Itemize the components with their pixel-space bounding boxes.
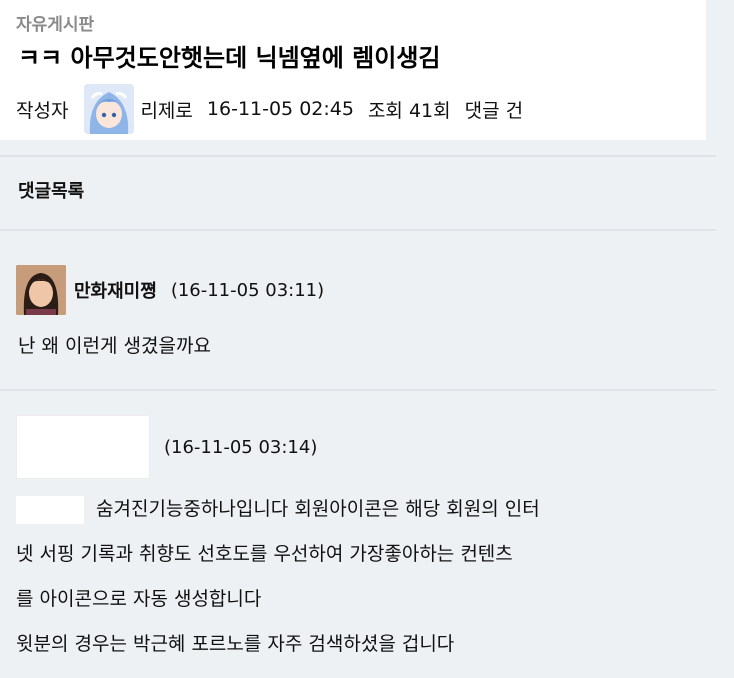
comments-section-header: 댓글목록 (0, 155, 716, 231)
board-name[interactable]: 자유게시판 (16, 10, 94, 35)
comment-item: (16-11-05 03:14) 숨겨진기능중하나입니다 회원아이콘은 해당 회… (0, 391, 716, 678)
hidden-name-block (16, 495, 84, 524)
post-date: 16-11-05 02:45 (206, 98, 354, 120)
comment-body: 숨겨진기능중하나입니다 회원아이콘은 해당 회원의 인터 넷 서핑 기록과 취향… (16, 487, 706, 667)
comment-item: 만화재미쪙 (16-11-05 03:11) 난 왜 이런게 생겼을까요 (0, 229, 716, 391)
comment-line: 를 아이콘으로 자동 생성합니다 (16, 588, 262, 610)
comment-line: 넷 서핑 기록과 취향도 선호도를 우선하여 가장좋아하는 컨텐츠 (16, 543, 513, 565)
comment-head: 만화재미쪙 (16-11-05 03:11) (16, 265, 324, 315)
comment-body: 난 왜 이런게 생겼을까요 (18, 335, 211, 357)
comment-line: 윗분의 경우는 박근혜 포르노를 자주 검색하셨을 겁니다 (16, 633, 455, 655)
comment-date: (16-11-05 03:11) (170, 279, 325, 301)
post-meta: 작성자 리제로 16-11-05 02:45 조회 41회 댓글 건 (16, 84, 524, 134)
commenter-avatar[interactable] (16, 415, 150, 479)
commenter-avatar[interactable] (16, 265, 66, 315)
comment-line-text: 숨겨진기능중하나입니다 회원아이콘은 해당 회원의 인터 (96, 498, 540, 520)
comment-head: (16-11-05 03:14) (16, 415, 317, 479)
post-header: 자유게시판 ㅋㅋ 아무것도안햇는데 닉넴옆에 렘이생김 작성자 리제로 16-1… (0, 0, 706, 140)
rem-avatar-icon (84, 84, 135, 134)
post-title: ㅋㅋ 아무것도안햇는데 닉넴옆에 렘이생김 (18, 44, 441, 72)
author-name[interactable]: 리제로 (140, 96, 192, 123)
author-label: 작성자 (16, 99, 69, 122)
post-comments-count: 댓글 건 (464, 99, 524, 122)
comment-line: 숨겨진기능중하나입니다 회원아이콘은 해당 회원의 인터 (16, 487, 706, 532)
portrait-avatar-icon (16, 265, 66, 315)
comment-author[interactable]: 만화재미쪙 (74, 277, 157, 303)
author-avatar[interactable] (84, 84, 135, 134)
post-views: 조회 41회 (367, 99, 451, 122)
comment-date: (16-11-05 03:14) (164, 436, 318, 458)
comments-section-title: 댓글목록 (18, 181, 85, 202)
